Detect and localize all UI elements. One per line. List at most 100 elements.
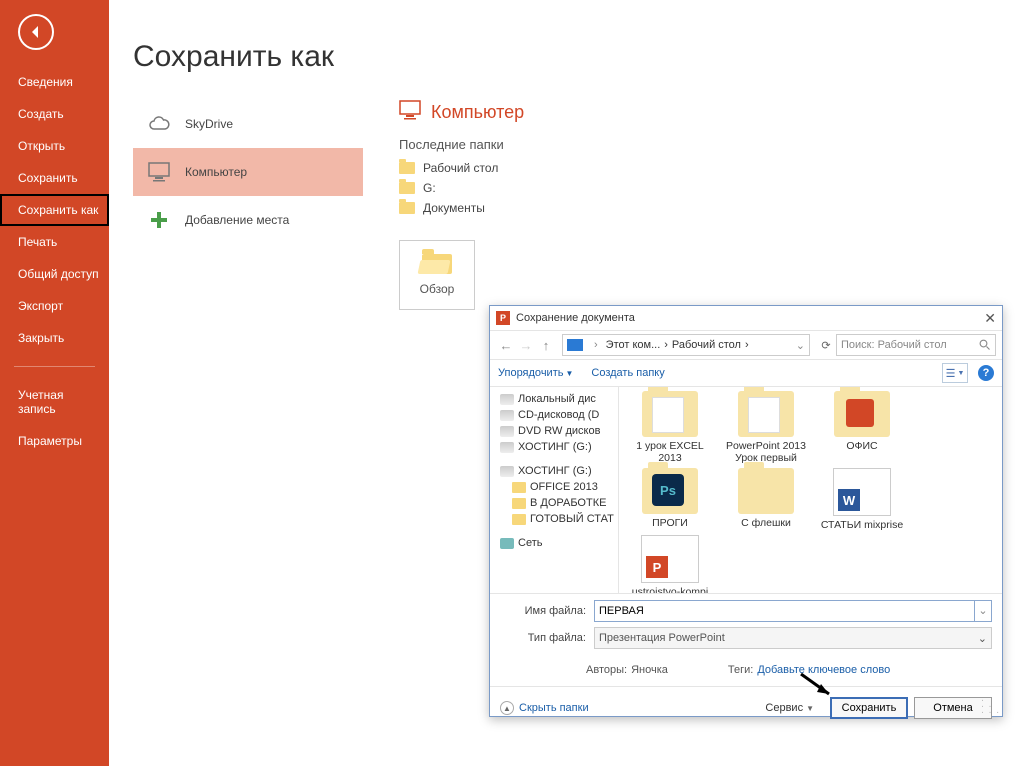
sidebar-item[interactable]: Печать bbox=[0, 226, 109, 258]
net-icon bbox=[500, 538, 514, 549]
disk-icon bbox=[500, 394, 514, 405]
save-button[interactable]: Сохранить bbox=[830, 697, 908, 719]
sidebar-item[interactable]: Создать bbox=[0, 98, 109, 130]
close-icon[interactable]: ✕ bbox=[984, 310, 996, 327]
sidebar-item[interactable]: Экспорт bbox=[0, 290, 109, 322]
folder-icon bbox=[512, 482, 526, 493]
search-icon bbox=[979, 339, 991, 351]
right-pane: Компьютер Последние папки Рабочий столG:… bbox=[399, 100, 524, 310]
plus-icon bbox=[147, 210, 171, 230]
tree-item[interactable]: ХОСТИНГ (G:) bbox=[492, 439, 616, 455]
pc-icon bbox=[567, 339, 583, 351]
sidebar-item[interactable]: Параметры bbox=[0, 425, 109, 457]
sidebar-item[interactable]: Закрыть bbox=[0, 322, 109, 354]
file-icon bbox=[738, 391, 794, 437]
search-input[interactable]: Поиск: Рабочий стол bbox=[836, 334, 996, 356]
tree-item[interactable]: CD-дисковод (D bbox=[492, 407, 616, 423]
sidebar-item[interactable]: Открыть bbox=[0, 130, 109, 162]
view-mode-button[interactable]: ☰▼ bbox=[942, 363, 968, 383]
help-icon[interactable]: ? bbox=[978, 365, 994, 381]
nav-back-icon[interactable]: ← bbox=[496, 338, 516, 353]
open-folder-icon bbox=[422, 254, 452, 274]
recent-folder[interactable]: Рабочий стол bbox=[399, 158, 524, 178]
file-icon bbox=[642, 468, 698, 514]
folder-tree[interactable]: Локальный дисCD-дисковод (DDVD RW дисков… bbox=[490, 387, 619, 593]
cloud-icon bbox=[147, 115, 171, 133]
file-item[interactable]: ПРОГИ bbox=[627, 468, 713, 531]
right-pane-title: Компьютер bbox=[399, 100, 524, 125]
tags-label: Теги: bbox=[728, 664, 753, 676]
folder-icon bbox=[512, 514, 526, 525]
tree-item[interactable]: ХОСТИНГ (G:) bbox=[492, 463, 616, 479]
save-dialog: P Сохранение документа ✕ ← → ↑ › Этот ко… bbox=[489, 305, 1003, 717]
sidebar-item[interactable]: Сведения bbox=[0, 66, 109, 98]
sidebar-item[interactable]: Общий доступ bbox=[0, 258, 109, 290]
path-box[interactable]: › Этот ком...› Рабочий стол› ⌄ bbox=[562, 334, 810, 356]
file-icon bbox=[738, 468, 794, 514]
dialog-footer: Скрыть папки Сервис▼ Сохранить Отмена bbox=[490, 686, 1002, 729]
disk-icon bbox=[500, 426, 514, 437]
computer-icon bbox=[399, 100, 421, 125]
file-item[interactable]: СТАТЬИ mixprise bbox=[819, 468, 905, 531]
page-title: Сохранить как bbox=[133, 40, 1024, 74]
filename-label: Имя файла: bbox=[500, 605, 594, 617]
tree-item[interactable]: DVD RW дисков bbox=[492, 423, 616, 439]
file-item[interactable]: 1 урок EXCEL 2013 bbox=[627, 391, 713, 464]
dialog-nav: ← → ↑ › Этот ком...› Рабочий стол› ⌄ ⟳ П… bbox=[490, 331, 1002, 360]
authors-value[interactable]: Яночка bbox=[631, 664, 668, 676]
folder-icon bbox=[399, 182, 415, 194]
location-item[interactable]: Добавление места bbox=[133, 196, 363, 244]
dialog-title: Сохранение документа bbox=[516, 312, 635, 324]
file-item[interactable]: ustrojstvo-kompj bbox=[627, 535, 713, 593]
filename-input[interactable] bbox=[594, 600, 975, 622]
file-grid[interactable]: 1 урок EXCEL 2013PowerPoint 2013 Урок пе… bbox=[619, 387, 1002, 593]
tree-item[interactable]: В ДОРАБОТКЕ bbox=[492, 495, 616, 511]
disk-icon bbox=[500, 442, 514, 453]
folder-icon bbox=[512, 498, 526, 509]
file-item[interactable]: С флешки bbox=[723, 468, 809, 531]
service-menu[interactable]: Сервис▼ bbox=[765, 702, 814, 714]
sidebar-item[interactable]: Сохранить как bbox=[0, 194, 109, 226]
tags-link[interactable]: Добавьте ключевое слово bbox=[757, 664, 890, 676]
folder-icon bbox=[399, 162, 415, 174]
nav-up-icon[interactable]: ↑ bbox=[536, 338, 556, 353]
sidebar-item[interactable]: Сохранить bbox=[0, 162, 109, 194]
tree-item[interactable]: ГОТОВЫЙ СТАТ bbox=[492, 511, 616, 527]
file-icon bbox=[834, 391, 890, 437]
folder-icon bbox=[399, 202, 415, 214]
authors-label: Авторы: bbox=[586, 664, 627, 676]
tree-item[interactable]: Сеть bbox=[492, 535, 616, 551]
file-item[interactable]: PowerPoint 2013 Урок первый bbox=[723, 391, 809, 464]
disk-icon bbox=[500, 410, 514, 421]
file-icon bbox=[833, 468, 891, 516]
dialog-toolbar: Упорядочить▼ Создать папку ☰▼ ? bbox=[490, 360, 1002, 387]
recent-folder[interactable]: Документы bbox=[399, 198, 524, 218]
backstage-sidebar: СведенияСоздатьОткрытьСохранитьСохранить… bbox=[0, 0, 109, 766]
file-icon bbox=[642, 391, 698, 437]
organize-menu[interactable]: Упорядочить▼ bbox=[498, 367, 573, 379]
hide-folders-button[interactable]: Скрыть папки bbox=[500, 701, 589, 715]
powerpoint-icon: P bbox=[496, 311, 510, 325]
tree-item[interactable]: OFFICE 2013 bbox=[492, 479, 616, 495]
location-item[interactable]: SkyDrive bbox=[133, 100, 363, 148]
refresh-icon[interactable]: ⟳ bbox=[816, 339, 836, 352]
computer-icon bbox=[147, 162, 171, 182]
file-item[interactable]: ОФИС bbox=[819, 391, 905, 464]
nav-fwd-icon[interactable]: → bbox=[516, 338, 536, 353]
filetype-label: Тип файла: bbox=[500, 632, 594, 644]
disk-icon bbox=[500, 466, 514, 477]
file-icon bbox=[641, 535, 699, 583]
recent-folders-label: Последние папки bbox=[399, 137, 524, 152]
sidebar-item[interactable]: Учетная запись bbox=[0, 379, 109, 425]
location-item[interactable]: Компьютер bbox=[133, 148, 363, 196]
browse-button[interactable]: Обзор bbox=[399, 240, 475, 310]
recent-folder[interactable]: G: bbox=[399, 178, 524, 198]
dialog-titlebar: P Сохранение документа ✕ bbox=[490, 306, 1002, 331]
resize-grip[interactable]: .. .. . . bbox=[981, 696, 1000, 714]
back-button[interactable] bbox=[18, 14, 54, 50]
tree-item[interactable]: Локальный дис bbox=[492, 391, 616, 407]
filetype-select[interactable]: Презентация PowerPoint⌄ bbox=[594, 627, 992, 649]
arrow-left-icon bbox=[28, 24, 44, 40]
location-list: SkyDriveКомпьютерДобавление места bbox=[133, 100, 363, 244]
new-folder-button[interactable]: Создать папку bbox=[591, 367, 664, 379]
